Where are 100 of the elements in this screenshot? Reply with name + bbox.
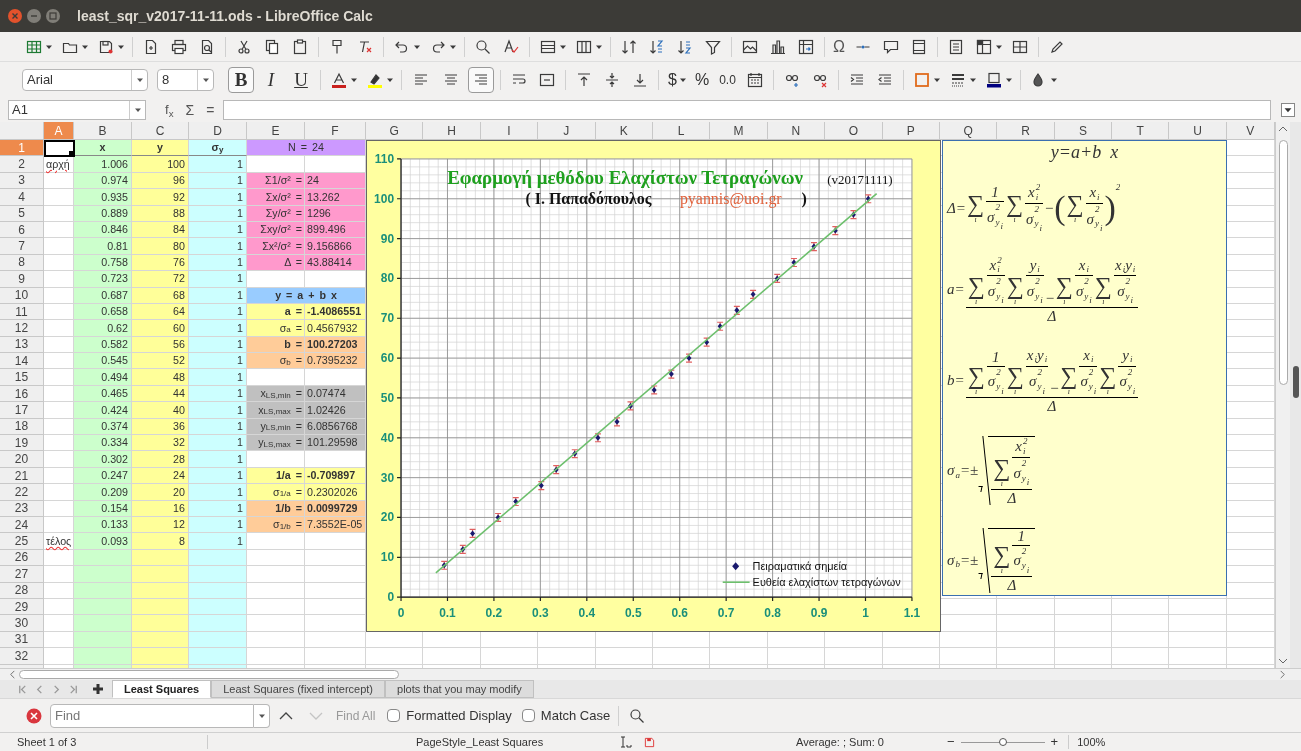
align-bottom-icon[interactable] [632, 72, 648, 88]
increase-indent-icon[interactable] [848, 72, 865, 88]
clear-formatting-icon[interactable] [357, 38, 373, 55]
copy-icon[interactable] [264, 38, 280, 55]
columns-icon[interactable] [576, 38, 592, 55]
sort-descending-icon[interactable] [677, 38, 693, 55]
chart-icon[interactable] [770, 38, 786, 55]
number-format-button[interactable]: 0.0 [714, 71, 741, 89]
sort-icon[interactable] [621, 38, 637, 55]
caret-icon[interactable] [932, 76, 941, 84]
expand-icon[interactable] [1281, 103, 1295, 117]
align-right-icon[interactable] [473, 72, 489, 88]
column-header[interactable]: T [1112, 122, 1170, 140]
caret-icon[interactable] [678, 76, 687, 84]
zoom-out-button[interactable]: − [945, 732, 957, 751]
minimize-icon[interactable] [27, 9, 41, 23]
row-header[interactable]: 19 [0, 435, 44, 452]
sheet-tab[interactable]: plots that you may modify [385, 680, 534, 698]
column-header[interactable]: N [767, 122, 826, 140]
align-top-icon[interactable] [576, 72, 592, 88]
column-header[interactable]: P [882, 122, 940, 140]
sort-ascending-icon[interactable] [649, 38, 665, 55]
horizontal-scrollbar[interactable] [0, 668, 1301, 680]
print-area-icon[interactable] [947, 38, 964, 55]
column-header[interactable]: H [423, 122, 481, 140]
split-window-icon[interactable] [1011, 38, 1028, 55]
caret-icon[interactable] [350, 76, 358, 84]
column-header[interactable]: F [305, 122, 366, 140]
scrollbar-thumb[interactable] [19, 670, 399, 679]
slider-thumb[interactable] [998, 738, 1007, 746]
sheet-tab[interactable]: Least Squares [112, 680, 212, 698]
bold-button[interactable]: B [228, 67, 254, 93]
column-header[interactable]: J [538, 122, 596, 140]
cut-icon[interactable] [236, 38, 252, 55]
image-icon[interactable] [742, 38, 758, 55]
spelling-icon[interactable] [503, 38, 519, 55]
row-header[interactable]: 15 [0, 369, 44, 386]
checkbox-label[interactable]: Formatted Display [406, 705, 512, 726]
formula-input[interactable] [223, 100, 1271, 120]
currency-button[interactable]: $ [663, 68, 682, 92]
close-icon[interactable] [8, 9, 22, 23]
close-icon[interactable] [26, 707, 42, 724]
row-header[interactable]: 7 [0, 238, 44, 255]
row-header[interactable]: 14 [0, 353, 44, 370]
row-header[interactable]: 4 [0, 189, 44, 206]
name-box[interactable]: A1 [8, 100, 146, 120]
paste-icon[interactable] [292, 38, 308, 55]
caret-icon[interactable] [135, 76, 144, 84]
caret-icon[interactable] [133, 106, 142, 114]
print-icon[interactable] [171, 38, 187, 55]
column-header[interactable]: B [74, 122, 132, 140]
calendar-icon[interactable] [746, 72, 763, 88]
column-header[interactable]: K [595, 122, 653, 140]
zoom-in-button[interactable]: + [1048, 732, 1061, 751]
decrease-indent-icon[interactable] [876, 72, 893, 88]
selection-mode-icon[interactable] [618, 736, 632, 748]
row-header[interactable]: 27 [0, 566, 44, 583]
checkbox-label[interactable]: Match Case [540, 705, 611, 726]
row-header[interactable]: 25 [0, 533, 44, 550]
formula-button[interactable]: = [203, 99, 218, 121]
border-color-icon[interactable] [985, 72, 1002, 88]
row-header[interactable]: 32 [0, 648, 44, 665]
column-header[interactable]: C [132, 122, 189, 140]
align-center-icon[interactable] [443, 72, 459, 88]
align-middle-icon[interactable] [604, 72, 620, 88]
underline-button[interactable]: U [288, 67, 314, 93]
header-footer-icon[interactable] [910, 38, 927, 55]
column-header[interactable]: D [189, 122, 247, 140]
align-right-button[interactable] [468, 67, 494, 93]
special-character-button[interactable]: Ω [829, 34, 849, 59]
row-header[interactable]: 30 [0, 615, 44, 632]
find-field[interactable]: Find [50, 703, 254, 728]
scrollbar-thumb[interactable] [1278, 140, 1288, 385]
font-color-icon[interactable] [331, 72, 347, 88]
add-decimal-icon[interactable] [783, 72, 800, 88]
sheet-tab[interactable]: Least Squares (fixed intercept) [211, 680, 385, 698]
table-icon[interactable] [26, 38, 42, 55]
function-wizard-button[interactable]: f$_{x}$ [162, 100, 177, 120]
caret-icon[interactable] [1004, 76, 1013, 84]
align-left-icon[interactable] [413, 72, 429, 88]
column-header[interactable]: E [247, 122, 305, 140]
vertical-scrollbar[interactable] [1275, 122, 1290, 668]
caret-icon[interactable] [201, 76, 210, 84]
row-header[interactable]: 17 [0, 402, 44, 419]
merge-cells-icon[interactable] [539, 72, 555, 88]
arrow-up-icon[interactable] [1278, 124, 1288, 134]
column-header[interactable]: M [710, 122, 768, 140]
brush-icon[interactable] [329, 38, 345, 55]
caret-icon[interactable] [968, 76, 977, 84]
caret-icon[interactable] [1049, 76, 1058, 84]
row-header[interactable]: 2 [0, 156, 44, 173]
maximize-icon[interactable] [46, 9, 60, 23]
column-header[interactable]: Q [939, 122, 998, 140]
column-header[interactable]: O [825, 122, 883, 140]
zoom-slider[interactable] [960, 737, 1045, 747]
row-header[interactable]: 20 [0, 451, 44, 468]
filter-icon[interactable] [705, 38, 721, 55]
percent-button[interactable]: % [689, 68, 715, 92]
column-header[interactable]: R [997, 122, 1055, 140]
comment-icon[interactable] [882, 38, 899, 55]
